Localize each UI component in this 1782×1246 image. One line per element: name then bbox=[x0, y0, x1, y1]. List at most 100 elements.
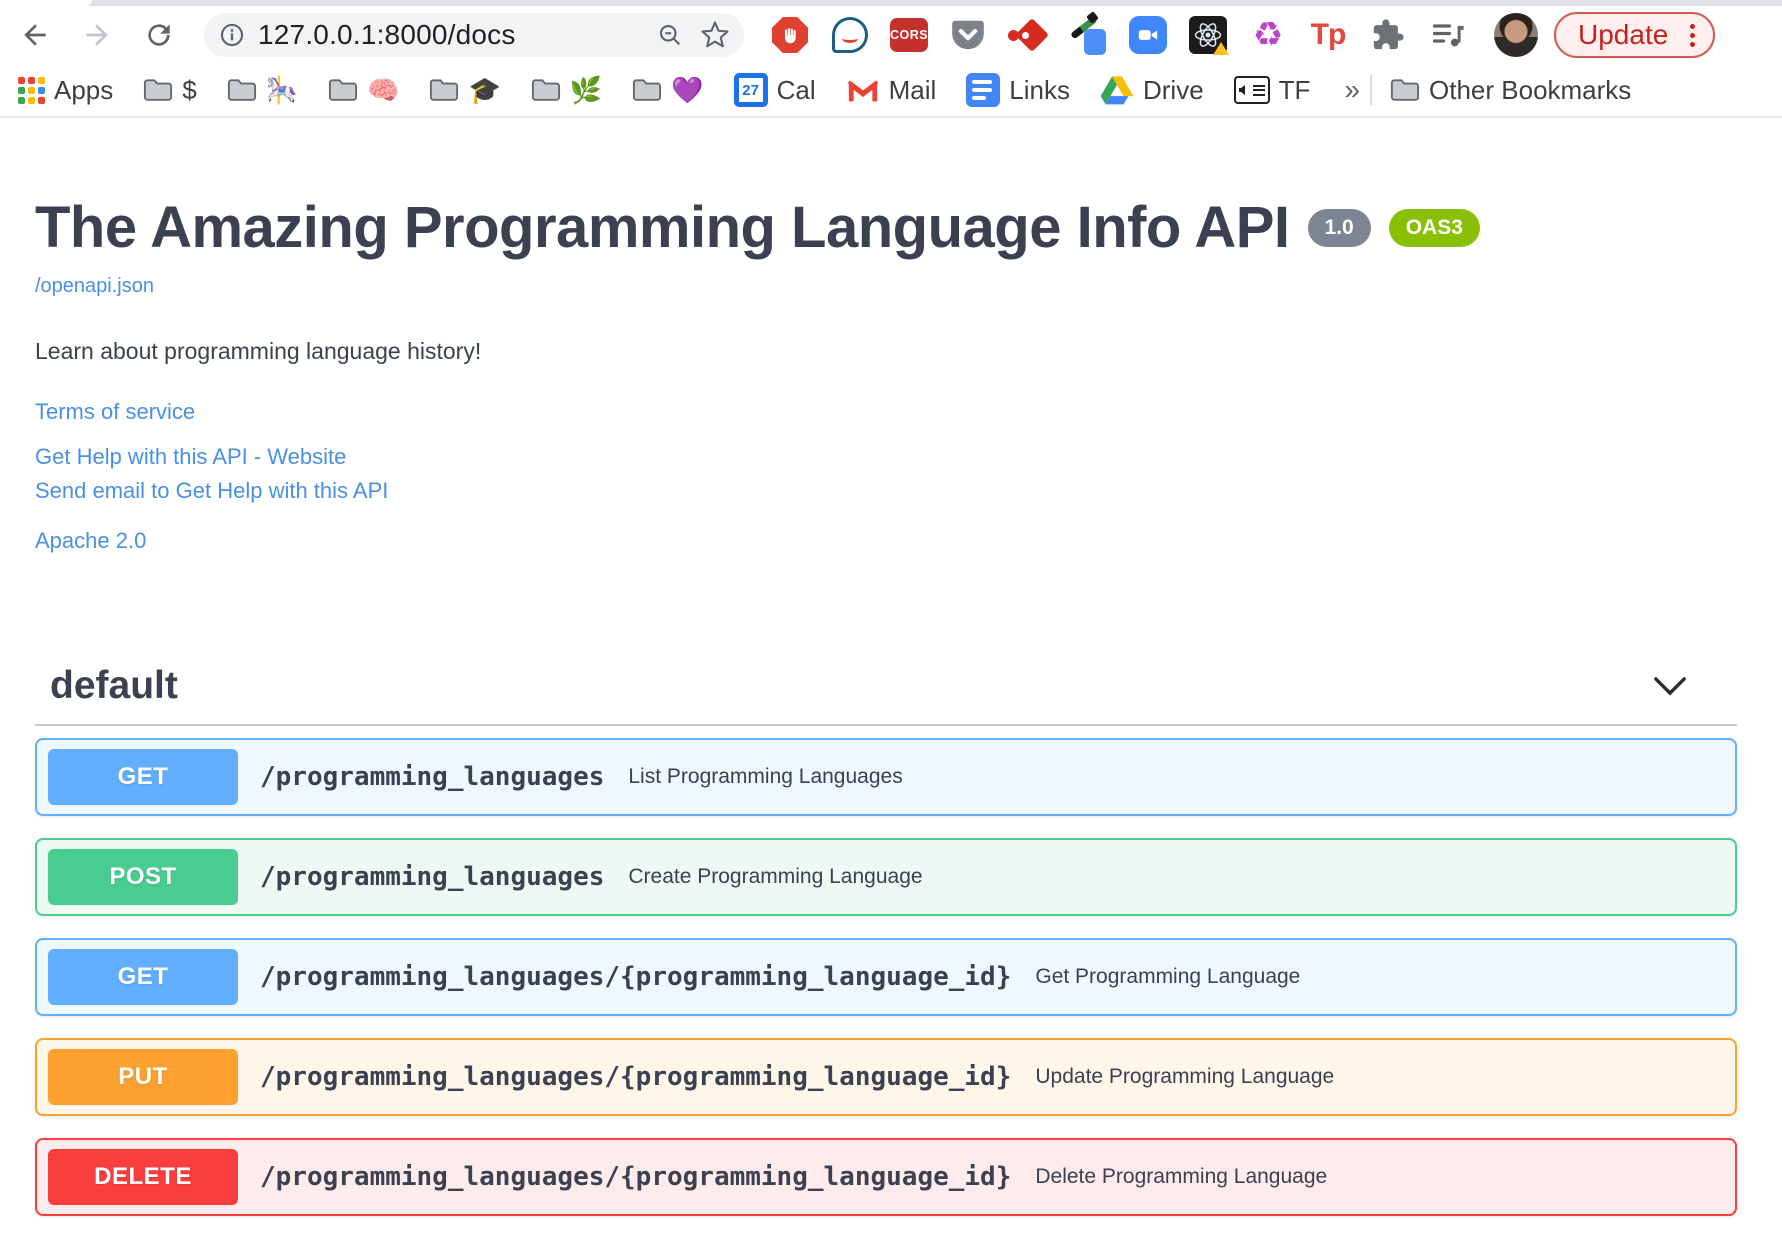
endpoint-summary: List Programming Languages bbox=[628, 765, 903, 788]
drive-icon bbox=[1100, 76, 1134, 105]
api-operations: default GET /programming_languages List … bbox=[35, 664, 1737, 1216]
section-header-default[interactable]: default bbox=[35, 664, 1737, 708]
endpoint-path: /programming_languages bbox=[260, 862, 605, 892]
chat-bubble-icon[interactable] bbox=[830, 15, 870, 55]
version-badge: 1.0 bbox=[1307, 208, 1371, 247]
recycle-icon[interactable]: ♻ bbox=[1248, 15, 1288, 55]
reload-button[interactable] bbox=[136, 12, 182, 58]
folder-icon bbox=[1390, 79, 1420, 101]
profile-avatar[interactable] bbox=[1494, 13, 1538, 57]
bookmarks-overflow-chevron[interactable]: » bbox=[1344, 74, 1360, 106]
website-help-link[interactable]: Get Help with this API - Website bbox=[35, 440, 1737, 474]
api-description: Learn about programming language history… bbox=[35, 338, 482, 364]
bookmark-calendar[interactable]: 27 Cal bbox=[733, 73, 816, 107]
endpoint-row[interactable]: GET /programming_languages/{programming_… bbox=[35, 938, 1737, 1016]
folder-icon bbox=[430, 79, 459, 101]
method-badge: GET bbox=[48, 949, 238, 1005]
apps-grid-icon bbox=[18, 76, 45, 104]
bookmark-label: Links bbox=[1009, 74, 1070, 105]
license-link[interactable]: Apache 2.0 bbox=[35, 528, 146, 554]
adblock-icon[interactable] bbox=[770, 15, 810, 55]
endpoint-summary: Delete Programming Language bbox=[1035, 1165, 1328, 1188]
forward-button[interactable] bbox=[74, 12, 120, 58]
update-button[interactable]: Update bbox=[1554, 12, 1716, 58]
page-title: The Amazing Programming Language Info AP… bbox=[35, 195, 1290, 260]
menu-dots-icon[interactable] bbox=[1686, 20, 1699, 51]
bookmark-tf[interactable]: TF bbox=[1233, 74, 1311, 106]
links-icon bbox=[966, 73, 1001, 107]
bookmark-links[interactable]: Links bbox=[966, 73, 1070, 107]
endpoint-path: /programming_languages bbox=[260, 762, 605, 792]
method-badge: PUT bbox=[48, 1049, 238, 1105]
bookmark-folder[interactable]: 🌿 bbox=[531, 75, 602, 106]
zoom-out-icon[interactable] bbox=[656, 21, 684, 49]
react-devtools-icon[interactable] bbox=[1188, 15, 1229, 55]
cors-icon[interactable]: CORS bbox=[890, 18, 928, 52]
bookmark-folder-label: 🌿 bbox=[569, 74, 603, 105]
folder-icon bbox=[633, 79, 662, 101]
pocket-icon[interactable] bbox=[948, 15, 988, 55]
chevron-down-icon[interactable] bbox=[1653, 675, 1687, 697]
update-label: Update bbox=[1578, 19, 1669, 50]
color-eyedropper-icon[interactable] bbox=[1068, 11, 1108, 55]
bookmark-folder-label: 🧠 bbox=[367, 74, 400, 105]
method-badge: POST bbox=[48, 849, 238, 905]
method-badge: DELETE bbox=[48, 1149, 238, 1205]
active-tab-edge bbox=[0, 0, 92, 6]
bookmark-folder-label: 🎓 bbox=[468, 74, 501, 105]
zoom-camera-icon[interactable] bbox=[1128, 15, 1168, 55]
back-arrow-icon bbox=[24, 24, 46, 46]
bookmark-folder[interactable]: 🎓 bbox=[429, 74, 501, 106]
announcement-icon bbox=[1233, 76, 1270, 104]
bookmark-mail[interactable]: Mail bbox=[846, 74, 937, 106]
browser-toolbar: 127.0.0.1:8000/docs CORS ♻ Tp Update bbox=[0, 6, 1782, 64]
page-info-icon[interactable] bbox=[218, 21, 246, 49]
url-bar[interactable]: 127.0.0.1:8000/docs bbox=[204, 13, 744, 57]
endpoint-path: /programming_languages/{programming_lang… bbox=[260, 1062, 1012, 1092]
extension-icons: CORS ♻ Tp bbox=[770, 11, 1468, 55]
bookmark-label: TF bbox=[1278, 74, 1311, 105]
calendar-icon: 27 bbox=[733, 73, 768, 107]
section-divider bbox=[35, 724, 1737, 726]
extensions-puzzle-icon[interactable] bbox=[1368, 15, 1408, 55]
other-bookmarks-label: Other Bookmarks bbox=[1429, 74, 1632, 105]
bookmark-folders: $ 🎠 🧠 🎓 🌿 💜 bbox=[143, 75, 733, 106]
openapi-spec-link[interactable]: /openapi.json bbox=[35, 275, 154, 298]
endpoint-summary: Get Programming Language bbox=[1035, 965, 1301, 988]
folder-icon bbox=[227, 79, 256, 101]
bookmark-label: Apps bbox=[54, 74, 114, 105]
back-button[interactable] bbox=[12, 12, 58, 58]
method-badge: GET bbox=[48, 749, 238, 805]
bookmark-label: Cal bbox=[776, 74, 816, 105]
oas3-badge: OAS3 bbox=[1388, 208, 1480, 247]
bookmark-folder[interactable]: 🎠 bbox=[227, 75, 298, 106]
bookmark-apps[interactable]: Apps bbox=[18, 75, 113, 106]
endpoint-summary: Create Programming Language bbox=[628, 865, 923, 888]
endpoint-row[interactable]: GET /programming_languages List Programm… bbox=[35, 738, 1737, 816]
endpoint-row[interactable]: POST /programming_languages Create Progr… bbox=[35, 838, 1737, 916]
swagger-page: The Amazing Programming Language Info AP… bbox=[0, 118, 1782, 1216]
bookmark-label: Mail bbox=[888, 74, 937, 105]
bookmark-label: Drive bbox=[1143, 74, 1204, 105]
url-text[interactable]: 127.0.0.1:8000/docs bbox=[258, 19, 656, 51]
bookmark-folder[interactable]: 🧠 bbox=[328, 75, 399, 106]
bookmark-folder[interactable]: $ bbox=[143, 74, 197, 106]
endpoint-row[interactable]: DELETE /programming_languages/{programmi… bbox=[35, 1138, 1737, 1216]
music-queue-icon[interactable] bbox=[1428, 15, 1468, 55]
bookmark-star-icon[interactable] bbox=[700, 20, 730, 50]
endpoint-row[interactable]: PUT /programming_languages/{programming_… bbox=[35, 1038, 1737, 1116]
bookmark-folder[interactable]: 💜 bbox=[632, 75, 704, 106]
bookmark-drive[interactable]: Drive bbox=[1100, 75, 1204, 106]
reload-icon bbox=[148, 24, 170, 46]
tampermonkey-tp-icon[interactable]: Tp bbox=[1308, 15, 1348, 55]
other-bookmarks[interactable]: Other Bookmarks bbox=[1390, 75, 1631, 106]
forward-arrow-icon bbox=[86, 24, 108, 46]
endpoint-summary: Update Programming Language bbox=[1035, 1065, 1335, 1088]
email-help-link[interactable]: Send email to Get Help with this API bbox=[35, 474, 1737, 508]
redirector-diamond-icon[interactable] bbox=[1008, 15, 1049, 55]
section-title: default bbox=[50, 664, 178, 707]
bookmark-folder-label: $ bbox=[182, 74, 197, 105]
api-info-block: The Amazing Programming Language Info AP… bbox=[0, 118, 1782, 554]
terms-of-service-link[interactable]: Terms of service bbox=[35, 399, 195, 425]
gmail-icon bbox=[847, 80, 878, 102]
